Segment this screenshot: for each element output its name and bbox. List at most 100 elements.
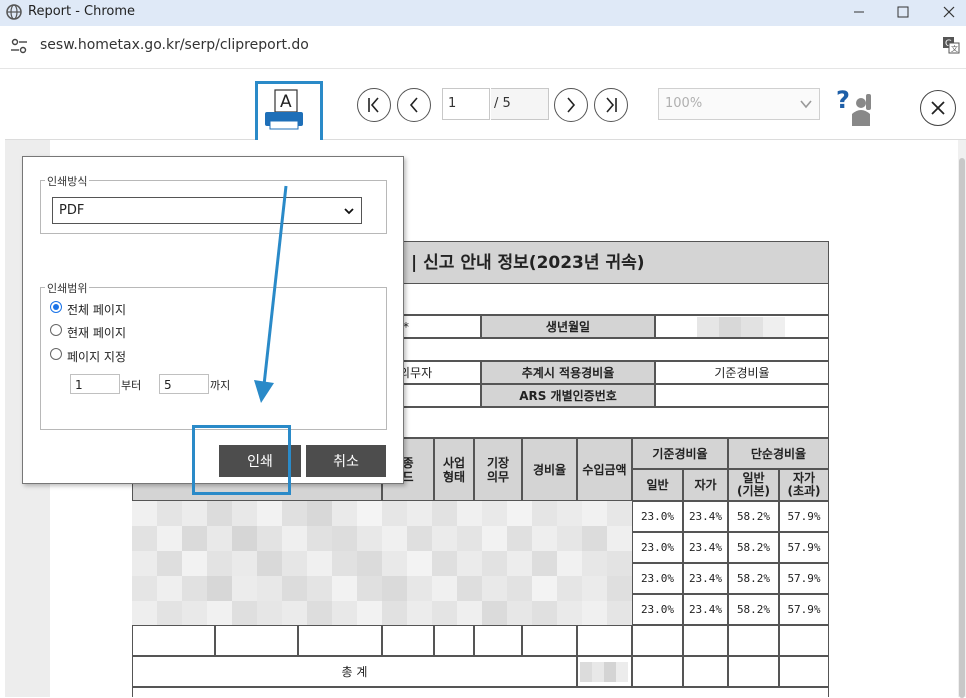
table-cell: 57.9%	[779, 594, 829, 625]
print-range-group: 인쇄범위 전체 페이지 현재 페이지 페이지 지정 1 부터 5 까지	[40, 280, 387, 430]
window-close-button[interactable]	[934, 2, 964, 22]
radio-page-range[interactable]	[50, 348, 62, 360]
header-biz-type: 사업 형태	[434, 438, 474, 501]
dialog-cancel-button[interactable]: 취소	[306, 445, 386, 477]
header-general-basic: 일반 (기본)	[728, 469, 779, 501]
header-simple-rate: 단순경비율	[728, 438, 829, 469]
help-button[interactable]: ?	[836, 86, 878, 128]
range-from-label: 부터	[121, 379, 142, 392]
header-general: 일반	[632, 469, 683, 501]
table-cell: 57.9%	[779, 563, 829, 594]
table-cell	[683, 625, 728, 656]
minimize-button[interactable]	[844, 2, 874, 22]
table-cell: 58.2%	[728, 563, 779, 594]
chevron-right-icon	[567, 97, 576, 113]
close-icon	[943, 6, 955, 18]
total-label: 총 계	[132, 656, 577, 687]
table-cell: 58.2%	[728, 594, 779, 625]
site-settings-icon[interactable]	[10, 38, 28, 54]
rate-label: 추계시 적용경비율	[481, 361, 655, 384]
maximize-icon	[897, 6, 909, 18]
table-cell: 57.9%	[779, 532, 829, 563]
table-cell	[683, 656, 728, 687]
header-self: 자가	[683, 469, 728, 501]
svg-text:文: 文	[951, 44, 958, 53]
table-cell	[779, 656, 829, 687]
table-cell	[632, 656, 683, 687]
maximize-button[interactable]	[888, 2, 918, 22]
print-range-legend: 인쇄범위	[45, 280, 90, 296]
table-cell	[522, 625, 577, 656]
table-cell	[728, 656, 779, 687]
table-cell	[632, 625, 683, 656]
scrollbar-thumb[interactable]	[959, 158, 965, 698]
globe-icon	[6, 4, 22, 20]
range-to-input[interactable]: 5	[159, 374, 209, 394]
print-button[interactable]: A	[255, 81, 323, 145]
table-cell	[474, 625, 522, 656]
svg-text:A: A	[280, 92, 292, 112]
vertical-scrollbar[interactable]	[958, 140, 966, 698]
total-income	[577, 656, 632, 687]
translate-icon[interactable]: G 文	[942, 36, 960, 54]
header-bookkeeping: 기장 의무	[474, 438, 522, 501]
table-cell: 23.4%	[683, 563, 728, 594]
redacted-total	[579, 661, 628, 682]
table-cell	[132, 625, 215, 656]
last-page-button[interactable]	[594, 88, 628, 122]
first-page-button[interactable]	[357, 88, 391, 122]
header-standard-rate: 기준경비율	[632, 438, 728, 469]
report-row-blank	[390, 284, 829, 315]
table-cell: 23.0%	[632, 563, 683, 594]
table-cell	[434, 625, 474, 656]
table-cell: 23.0%	[632, 594, 683, 625]
zoom-value: 100%	[665, 96, 703, 111]
last-page-icon	[606, 97, 617, 113]
url-text[interactable]: sesw.hometax.go.kr/serp/clipreport.do	[40, 37, 309, 53]
print-method-select[interactable]: PDF	[52, 197, 362, 224]
window-title: Report - Chrome	[28, 4, 136, 19]
page-number-input[interactable]: 1	[442, 88, 490, 120]
zoom-select[interactable]: 100%	[658, 88, 820, 120]
window-title-bar: Report - Chrome	[0, 0, 966, 26]
ars-value	[655, 384, 829, 407]
radio-current-page-label: 현재 페이지	[67, 326, 127, 340]
range-from-input[interactable]: 1	[70, 374, 120, 394]
header-self-excess: 자가 (초과)	[779, 469, 829, 501]
range-to-label: 까지	[210, 379, 231, 392]
next-page-button[interactable]	[554, 88, 588, 122]
svg-text:?: ?	[836, 86, 850, 114]
close-icon	[931, 101, 945, 115]
table-cell	[382, 625, 434, 656]
prev-page-button[interactable]	[397, 88, 431, 122]
arrow-annotation	[254, 185, 288, 403]
print-button-highlight	[192, 425, 291, 495]
table-cell	[577, 625, 632, 656]
chevron-left-icon	[409, 97, 418, 113]
radio-current-page[interactable]	[50, 324, 62, 336]
table-cell: 23.0%	[632, 532, 683, 563]
table-cell	[779, 625, 829, 656]
close-viewer-button[interactable]	[920, 90, 956, 126]
print-method-group: 인쇄방식 PDF	[40, 173, 387, 234]
report-row-blank-4	[390, 407, 829, 438]
printer-icon: A	[265, 89, 303, 130]
header-expense-rate: 경비율	[522, 438, 577, 501]
print-method-legend: 인쇄방식	[45, 173, 90, 189]
first-page-icon	[368, 97, 379, 113]
redacted-birth	[697, 316, 785, 337]
table-cell: 23.4%	[683, 594, 728, 625]
table-cell	[215, 625, 298, 656]
table-cell: 58.2%	[728, 501, 779, 532]
table-cell: 23.4%	[683, 501, 728, 532]
birth-label: 생년월일	[481, 315, 655, 338]
birth-value	[655, 315, 829, 338]
rate-value: 기준경비율	[655, 361, 829, 384]
radio-page-range-label: 페이지 지정	[67, 350, 127, 364]
table-cell	[298, 625, 382, 656]
chevron-down-icon	[800, 100, 812, 109]
header-income: 수입금액	[577, 438, 632, 501]
radio-all-pages[interactable]	[50, 301, 62, 313]
table-cell: 58.2%	[728, 532, 779, 563]
help-icon: ?	[836, 86, 871, 126]
